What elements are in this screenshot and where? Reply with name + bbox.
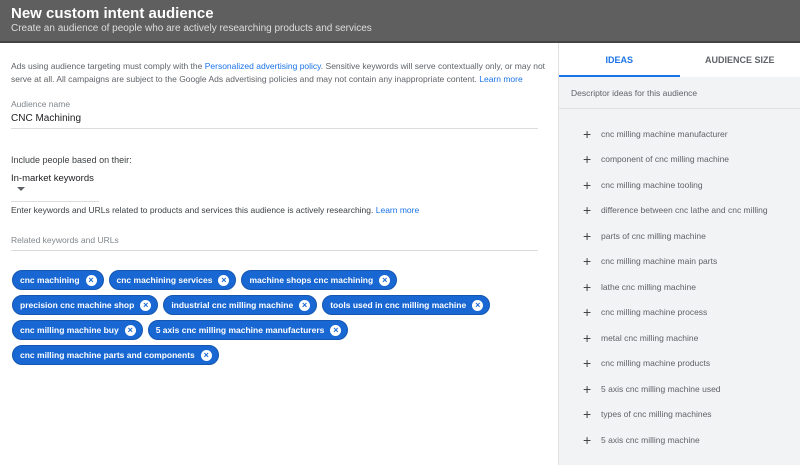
idea-item[interactable]: + cnc milling machine process — [559, 300, 800, 326]
audience-name-label: Audience name — [11, 99, 71, 109]
policy-link[interactable]: Personalized advertising policy — [205, 61, 321, 71]
keyword-chip: cnc machining services × — [108, 270, 237, 290]
chip-label: machine shops cnc machining — [249, 275, 374, 285]
remove-chip-icon[interactable]: × — [330, 324, 342, 336]
idea-label: parts of cnc milling machine — [601, 230, 706, 241]
page-title: New custom intent audience — [11, 5, 214, 22]
chip-label: 5 axis cnc milling machine manufacturers — [155, 325, 325, 335]
remove-chip-icon[interactable]: × — [299, 299, 311, 311]
page-subtitle: Create an audience of people who are act… — [11, 23, 372, 34]
add-icon[interactable]: + — [583, 355, 601, 371]
add-icon[interactable]: + — [583, 228, 601, 244]
idea-label: component of cnc milling machine — [601, 154, 730, 165]
add-icon[interactable]: + — [583, 202, 601, 218]
divider — [11, 128, 538, 129]
tab-audience-size[interactable]: AUDIENCE SIZE — [680, 43, 800, 77]
keyword-chip: cnc machining × — [12, 270, 104, 290]
ideas-panel: IDEAS AUDIENCE SIZE Descriptor ideas for… — [558, 43, 800, 465]
add-icon[interactable]: + — [583, 151, 601, 167]
idea-item[interactable]: +5 axis cnc milling machine used — [559, 376, 800, 402]
chip-label: cnc machining — [20, 275, 80, 285]
keyword-chip: precision cnc machine shop × — [12, 295, 159, 315]
keyword-chip: industrial cnc milling machine × — [163, 295, 318, 315]
add-icon[interactable]: + — [583, 406, 601, 422]
instruction-text: Enter keywords and URLs related to produ… — [11, 205, 376, 215]
learn-more-link-2[interactable]: Learn more — [376, 205, 419, 215]
idea-label: types of cnc milling machines — [601, 409, 712, 420]
chip-label: precision cnc machine shop — [20, 300, 135, 310]
keywords-instruction: Enter keywords and URLs related to produ… — [11, 205, 419, 215]
include-label: Include people based on their: — [11, 155, 132, 165]
chevron-down-icon — [17, 187, 25, 192]
add-icon[interactable]: + — [583, 177, 601, 193]
audience-form: Ads using audience targeting must comply… — [0, 43, 558, 465]
idea-label: cnc milling machine products — [601, 358, 711, 369]
idea-item[interactable]: + parts of cnc milling machine — [559, 223, 800, 249]
idea-label: cnc milling machine process — [601, 307, 708, 318]
remove-chip-icon[interactable]: × — [140, 299, 152, 311]
remove-chip-icon[interactable]: × — [472, 299, 484, 311]
audience-name-input[interactable]: CNC Machining — [11, 113, 81, 124]
keyword-chips: cnc machining × cnc machining services × mac… — [12, 270, 532, 365]
remove-chip-icon[interactable]: × — [200, 349, 212, 361]
add-icon[interactable]: + — [583, 253, 601, 269]
ideas-description: Descriptor ideas for this audience — [559, 77, 800, 109]
idea-item[interactable]: + cnc milling machine tooling — [559, 172, 800, 198]
remove-chip-icon[interactable]: × — [379, 274, 391, 286]
idea-item[interactable]: + cnc milling machine manufacturer — [559, 121, 800, 147]
ideas-list: + cnc milling machine manufacturer + compon… — [559, 109, 800, 453]
idea-label: cnc milling machine main parts — [601, 256, 718, 267]
idea-label: 5 axis cnc milling machine — [601, 434, 700, 445]
dropdown-value: In-market keywords — [11, 173, 94, 184]
idea-item[interactable]: + metal cnc milling machine — [559, 325, 800, 351]
idea-label: 5 axis cnc milling machine used — [601, 383, 721, 394]
keyword-chip: tools used in cnc milling machine × — [322, 295, 491, 315]
learn-more-link[interactable]: Learn more — [479, 74, 522, 84]
add-icon[interactable]: + — [583, 432, 601, 448]
idea-item[interactable]: + cnc milling machine main parts — [559, 249, 800, 275]
include-dropdown[interactable]: In-market keywords — [11, 173, 99, 202]
idea-label: difference between cnc lathe and cnc mil… — [601, 205, 768, 216]
idea-label: metal cnc milling machine — [601, 332, 699, 343]
add-icon[interactable]: + — [583, 304, 601, 320]
add-icon[interactable]: + — [583, 279, 601, 295]
divider — [11, 250, 538, 251]
add-icon[interactable]: + — [583, 330, 601, 346]
chip-label: cnc machining services — [116, 275, 213, 285]
keywords-input[interactable]: Related keywords and URLs — [11, 235, 119, 245]
idea-item[interactable]: + cnc milling machine products — [559, 351, 800, 377]
tab-ideas[interactable]: IDEAS — [559, 43, 680, 77]
remove-chip-icon[interactable]: × — [85, 274, 97, 286]
remove-chip-icon[interactable]: × — [124, 324, 136, 336]
policy-notice: Ads using audience targeting must comply… — [11, 60, 551, 86]
add-icon[interactable]: + — [583, 381, 601, 397]
keyword-chip: machine shops cnc machining × — [241, 270, 398, 290]
chip-label: cnc milling machine buy — [20, 325, 119, 335]
idea-item[interactable]: + types of cnc milling machines — [559, 402, 800, 428]
idea-item[interactable]: + difference between cnc lathe and cnc mi… — [559, 198, 800, 224]
idea-label: cnc milling machine tooling — [601, 179, 703, 190]
chip-label: tools used in cnc milling machine — [330, 300, 467, 310]
remove-chip-icon[interactable]: × — [218, 274, 230, 286]
idea-item[interactable]: + lathe cnc milling machine — [559, 274, 800, 300]
keyword-chip: cnc milling machine parts and components… — [12, 345, 219, 365]
idea-item[interactable]: +5 axis cnc milling machine — [559, 427, 800, 453]
dialog-header: New custom intent audience Create an aud… — [0, 0, 800, 43]
idea-label: lathe cnc milling machine — [601, 281, 696, 292]
add-icon[interactable]: + — [583, 126, 601, 142]
keyword-chip: cnc milling machine buy × — [12, 320, 143, 340]
notice-text: Ads using audience targeting must comply… — [11, 61, 205, 71]
idea-item[interactable]: + component of cnc milling machine — [559, 147, 800, 173]
chip-label: industrial cnc milling machine — [171, 300, 294, 310]
keyword-chip: 5 axis cnc milling machine manufacturers… — [147, 320, 349, 340]
idea-label: cnc milling machine manufacturer — [601, 128, 728, 139]
chip-label: cnc milling machine parts and components — [20, 350, 195, 360]
